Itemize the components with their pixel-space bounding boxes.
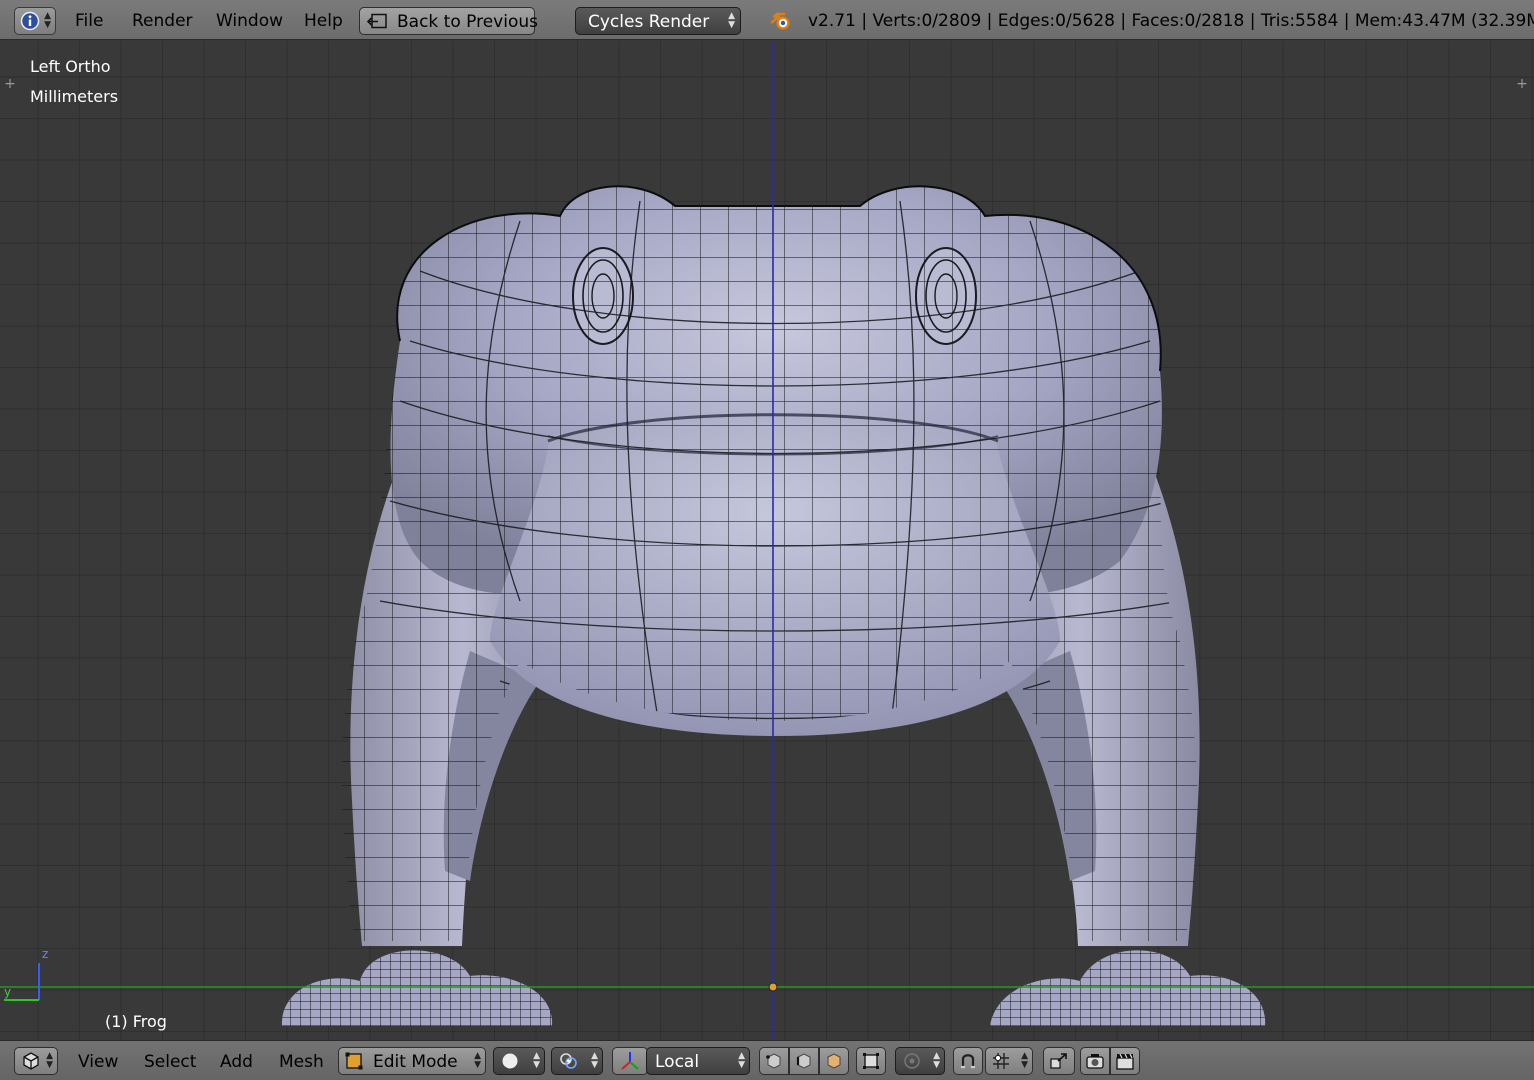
updown-arrows-icon: ▲ ▼ [591, 1051, 598, 1070]
face-select-icon [827, 1053, 841, 1069]
updown-arrows-icon: ▲ ▼ [533, 1051, 540, 1070]
transform-orientation-select[interactable]: Local ▲ ▼ [646, 1047, 750, 1075]
vertex-select-button[interactable] [759, 1047, 789, 1075]
snap-element-icon [993, 1053, 1009, 1069]
menu-file[interactable]: File [75, 11, 103, 31]
snap-toggle[interactable] [953, 1047, 983, 1075]
edit-mode-icon [345, 1052, 363, 1070]
pivot-point-select[interactable]: ▲ ▼ [551, 1047, 603, 1075]
mode-select[interactable]: Edit Mode ▲ ▼ [338, 1047, 486, 1075]
menu-mesh[interactable]: Mesh [279, 1052, 324, 1072]
axis-z-label: z [42, 947, 49, 961]
edge-select-icon [796, 1053, 811, 1069]
snap-target-icon [1050, 1053, 1067, 1069]
back-to-previous-label: Back to Previous [397, 12, 538, 32]
pivot-icon [560, 1053, 577, 1069]
menu-window[interactable]: Window [216, 11, 283, 31]
render-preview-button[interactable] [1080, 1047, 1110, 1075]
occlude-geometry-toggle[interactable] [856, 1047, 886, 1075]
scene-canvas [0, 41, 1534, 1040]
back-arrow-icon [366, 13, 387, 29]
3d-viewport[interactable]: Left Ortho Millimeters + + z y (1) Frog [0, 41, 1534, 1040]
view3d-icon [23, 1052, 39, 1070]
opengl-render-button[interactable] [1110, 1047, 1140, 1075]
active-object-label: (1) Frog [105, 1012, 167, 1031]
proportional-edit-select[interactable]: ▲ ▼ [895, 1047, 945, 1075]
menu-render[interactable]: Render [132, 11, 193, 31]
scene-stats: v2.71 | Verts:0/2809 | Edges:0/5628 | Fa… [808, 11, 1534, 31]
snap-icon [961, 1054, 975, 1069]
blender-logo-icon [770, 12, 790, 30]
updown-arrows-icon: ▲ ▼ [933, 1051, 940, 1070]
info-icon [20, 11, 40, 31]
manipulator-toggle[interactable] [612, 1047, 648, 1075]
viewport-shading-icon [502, 1053, 518, 1069]
manipulator-icon [621, 1052, 639, 1070]
updown-arrows-icon: ▲ ▼ [44, 11, 51, 30]
menu-help[interactable]: Help [304, 11, 343, 31]
render-preview-icon [1086, 1054, 1104, 1069]
edge-select-button[interactable] [789, 1047, 819, 1075]
menu-add[interactable]: Add [220, 1052, 253, 1072]
updown-arrows-icon: ▲ ▼ [474, 1051, 481, 1070]
occlude-icon [863, 1053, 879, 1069]
menu-select[interactable]: Select [144, 1052, 196, 1072]
editor-type-button[interactable]: ▲ ▼ [14, 1047, 58, 1075]
mode-label: Edit Mode [373, 1052, 458, 1072]
updown-arrows-icon: ▲ ▼ [46, 1051, 53, 1070]
back-to-previous-button[interactable]: Back to Previous [359, 7, 538, 35]
opengl-render-icon [1116, 1053, 1134, 1070]
mesh-wireframe [341, 186, 1198, 941]
3d-view-header: ▲ ▼ View Select Add Mesh Edit Mode ▲ ▼ ▲ ▼ … [0, 1040, 1534, 1080]
info-header: ▲ ▼ File Render Window Help Back to Previ… [0, 0, 1534, 40]
render-engine-select[interactable]: Cycles Render ▲ ▼ [575, 7, 741, 35]
face-select-button[interactable] [819, 1047, 849, 1075]
proportional-edit-icon [904, 1053, 920, 1069]
orientation-label: Local [655, 1052, 700, 1072]
axis-y-label: y [4, 985, 12, 999]
updown-arrows-icon: ▲ ▼ [728, 11, 735, 30]
updown-arrows-icon: ▲ ▼ [1021, 1051, 1028, 1070]
snap-target-button[interactable] [1043, 1047, 1075, 1075]
updown-arrows-icon: ▲ ▼ [738, 1051, 745, 1070]
object-origin [768, 982, 778, 992]
editor-type-button[interactable]: ▲ ▼ [14, 7, 56, 35]
snap-element-select[interactable]: ▲ ▼ [985, 1047, 1033, 1075]
menu-view[interactable]: View [78, 1052, 118, 1072]
vertex-select-icon [766, 1053, 781, 1069]
viewport-shading-select[interactable]: ▲ ▼ [493, 1047, 545, 1075]
render-engine-label: Cycles Render [588, 12, 710, 32]
